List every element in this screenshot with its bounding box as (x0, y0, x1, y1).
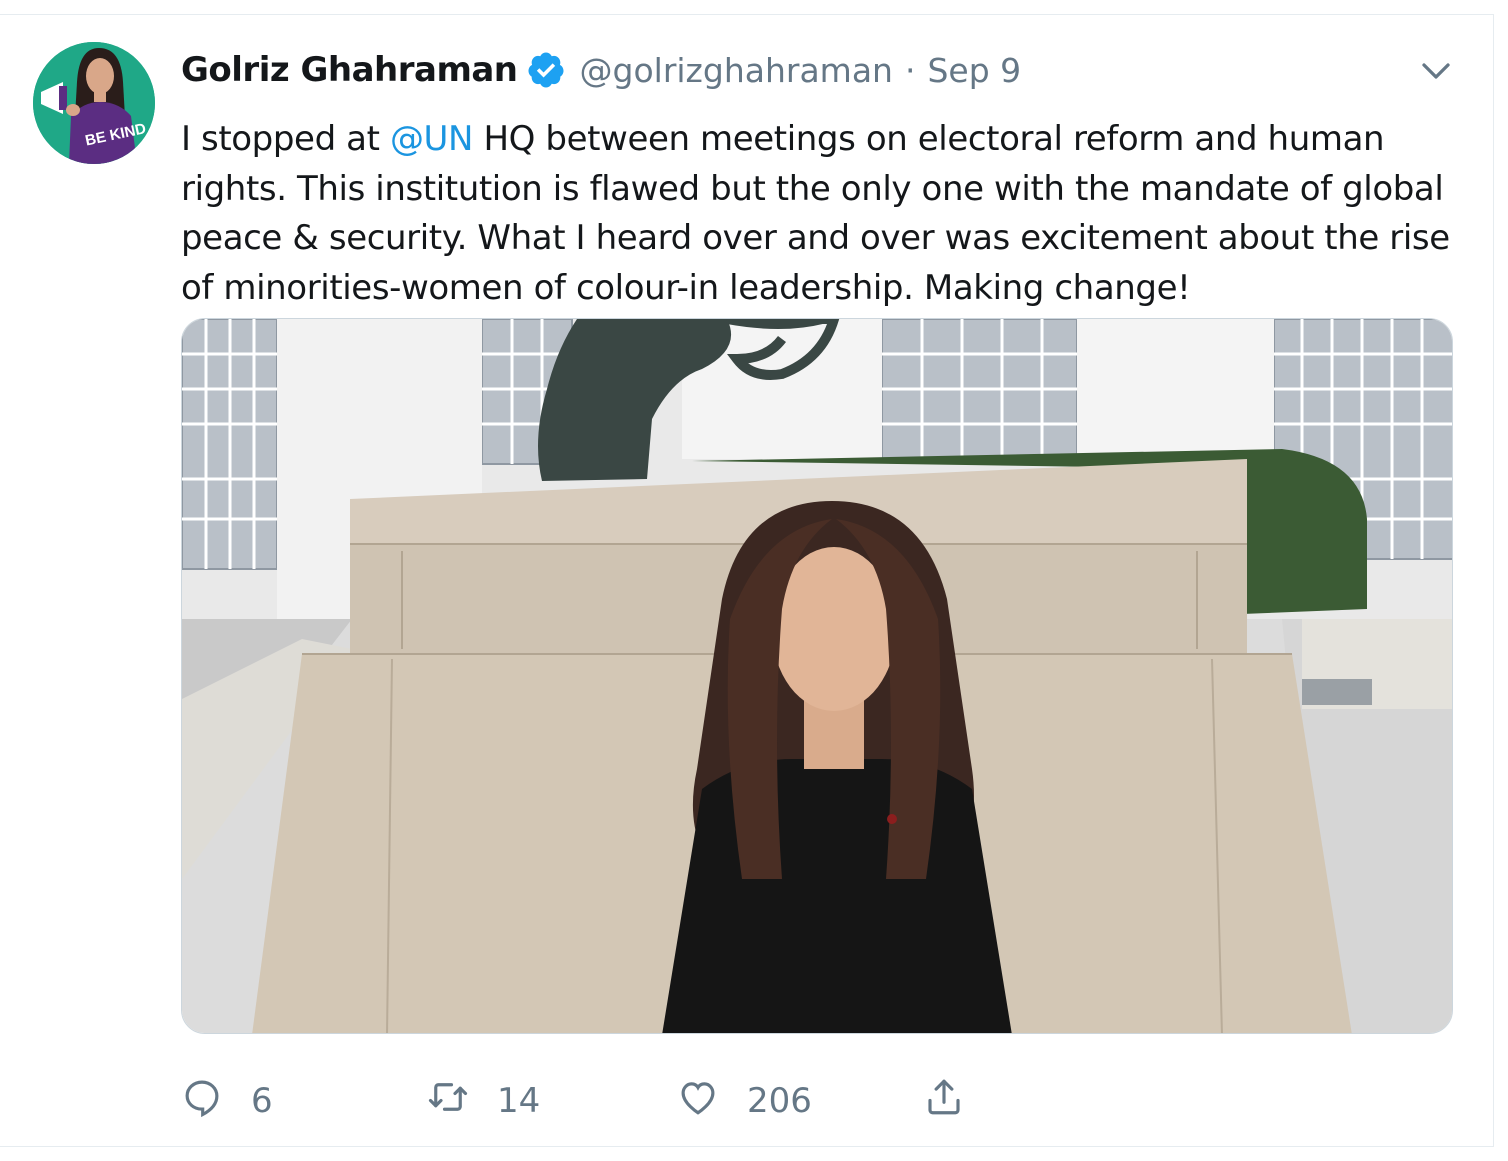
reply-button[interactable]: 6 (181, 1079, 273, 1123)
avatar[interactable]: BE KIND (33, 42, 155, 164)
tweet-actions: 6 14 206 (181, 1079, 1001, 1123)
share-button[interactable] (923, 1079, 965, 1123)
mention-link[interactable]: @UN (390, 119, 474, 159)
tweet-text: I stopped at @UN HQ between meetings on … (181, 115, 1461, 313)
author-name[interactable]: Golriz Ghahraman (181, 50, 518, 90)
tweet-text-part-1: I stopped at (181, 119, 390, 159)
avatar-illustration: BE KIND (33, 42, 155, 164)
tweet-photo[interactable] (181, 318, 1453, 1034)
reply-icon (181, 1076, 223, 1127)
tweet-header: Golriz Ghahraman @golrizghahraman · Sep … (181, 45, 1021, 95)
chevron-down-icon[interactable] (1418, 53, 1454, 89)
verified-badge-icon (526, 50, 566, 90)
retweet-button[interactable]: 14 (427, 1079, 540, 1123)
like-count: 206 (747, 1081, 812, 1121)
reply-count: 6 (251, 1081, 273, 1121)
tweet-date[interactable]: Sep 9 (927, 51, 1021, 90)
header-separator: · (904, 50, 916, 90)
like-icon (677, 1076, 719, 1127)
tweet-card[interactable]: BE KIND Golriz Ghahraman @golrizghahrama… (0, 14, 1494, 1147)
retweet-icon (427, 1076, 469, 1127)
like-button[interactable]: 206 (677, 1079, 812, 1123)
photo-woman-at-knotted-gun-sculpture (182, 319, 1452, 1033)
share-icon (923, 1076, 965, 1127)
retweet-count: 14 (497, 1081, 541, 1121)
author-handle[interactable]: @golrizghahraman (580, 51, 893, 90)
